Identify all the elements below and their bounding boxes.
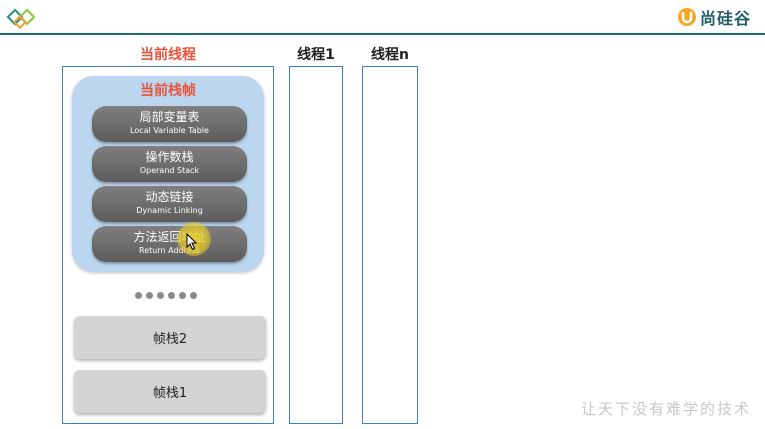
operand-stack: 操作数栈 Operand Stack <box>92 146 247 182</box>
dynamic-linking-en: Dynamic Linking <box>136 206 203 215</box>
ellipsis-dot <box>190 292 197 299</box>
return-address-en: Return Address <box>139 246 200 255</box>
dynamic-linking-zh: 动态链接 <box>145 190 194 204</box>
header-bar: 尚硅谷 <box>0 0 765 36</box>
local-variable-table: 局部变量表 Local Variable Table <box>92 106 247 142</box>
current-thread-title: 当前线程 <box>140 47 196 63</box>
ellipsis-dot <box>157 292 164 299</box>
return-address-zh: 方法返回地址 <box>133 230 206 244</box>
mouse-cursor-icon <box>186 233 198 251</box>
local-variable-table-zh: 局部变量表 <box>139 110 200 124</box>
header-divider <box>0 33 765 35</box>
brand-logo: 尚硅谷 <box>677 6 751 28</box>
stack-frame-1: 帧栈1 <box>74 370 266 413</box>
u-logo-icon <box>677 8 696 26</box>
return-address: 方法返回地址 Return Address <box>92 226 247 262</box>
stack-frame-2: 帧栈2 <box>74 316 266 359</box>
local-variable-table-en: Local Variable Table <box>130 126 209 135</box>
current-frame-title: 当前栈帧 <box>140 83 196 99</box>
ellipsis-dot <box>146 292 153 299</box>
dynamic-linking: 动态链接 Dynamic Linking <box>92 186 247 222</box>
ellipsis-dot <box>135 292 142 299</box>
thread1-box <box>289 66 343 424</box>
operand-stack-zh: 操作数栈 <box>145 150 194 164</box>
footer-slogan: 让天下没有难学的技术 <box>580 400 751 418</box>
ellipsis-dot <box>168 292 175 299</box>
ellipsis-dot <box>179 292 186 299</box>
ellipsis-dots <box>135 292 197 299</box>
brand-name: 尚硅谷 <box>699 9 751 28</box>
thread1-title: 线程1 <box>297 47 335 63</box>
operand-stack-en: Operand Stack <box>139 166 200 175</box>
threadn-box <box>362 66 418 424</box>
threadn-title: 线程n <box>371 47 409 63</box>
diamonds-logo-icon <box>6 8 36 30</box>
